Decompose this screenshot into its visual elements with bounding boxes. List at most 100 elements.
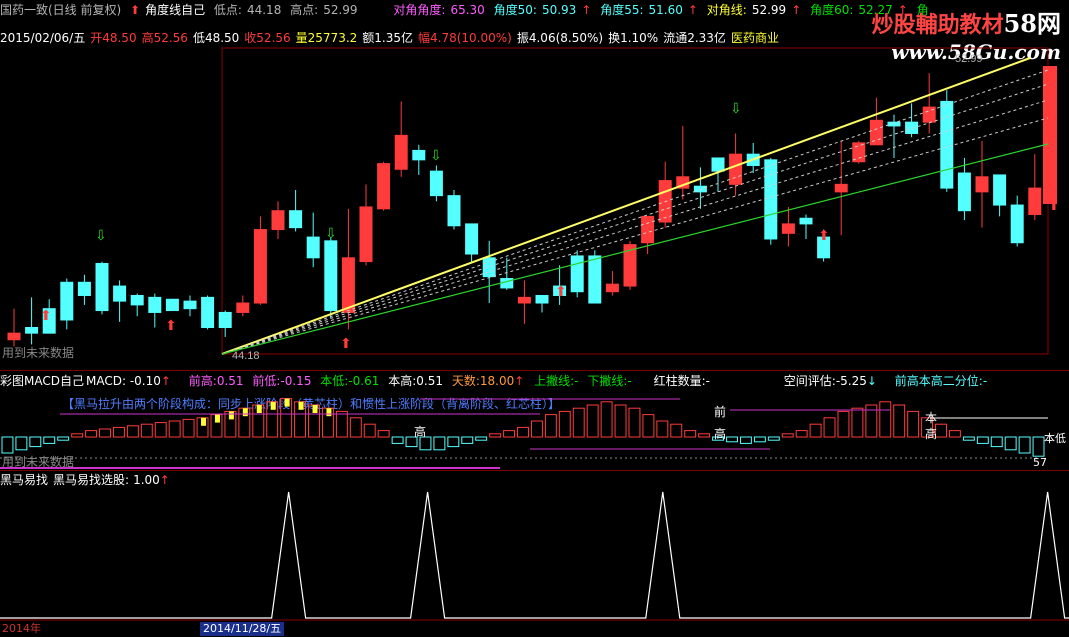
candle[interactable] (1010, 204, 1024, 244)
macd-yellow-core (201, 417, 207, 426)
candle[interactable] (1028, 187, 1042, 215)
macd-bar (1032, 436, 1045, 457)
candle[interactable] (394, 134, 408, 170)
candle[interactable] (465, 223, 479, 255)
macd-bar (670, 423, 683, 438)
panel-divider-2 (0, 470, 1069, 471)
candle[interactable] (377, 163, 391, 210)
candle[interactable] (236, 302, 250, 313)
candle[interactable] (113, 285, 127, 302)
half-quantile-label: 前高本高二分位: (894, 374, 983, 388)
macd-bar (433, 436, 446, 451)
cur-high-label: 本高: (388, 374, 417, 388)
macd-bar (419, 436, 432, 451)
candle[interactable] (165, 298, 179, 312)
angle-line-4 (221, 117, 1049, 355)
sell-arrow-icon: ⇩ (325, 226, 337, 242)
candle[interactable] (641, 215, 655, 244)
candle[interactable] (834, 183, 848, 193)
candle-last[interactable] (1043, 66, 1057, 204)
candle[interactable] (95, 262, 109, 312)
macd-value: MACD: -0.10 (85, 374, 161, 388)
label-gao-2: 高 (714, 426, 726, 441)
future-data-note: 用到未来数据 (2, 345, 74, 360)
sell-arrow-icon: ⇩ (430, 148, 442, 164)
macd-bar (447, 436, 460, 448)
candle[interactable] (729, 153, 743, 185)
red-bar-count-value: - (705, 374, 710, 388)
macd-bar (586, 404, 599, 438)
candle[interactable] (993, 174, 1007, 206)
candle[interactable] (359, 206, 373, 263)
candle[interactable] (412, 149, 426, 161)
macd-title[interactable]: 彩图MACD自己 (0, 374, 84, 388)
candle[interactable] (570, 255, 584, 293)
candle[interactable] (957, 172, 971, 212)
pre-high-label: 前高: (188, 374, 217, 388)
candle[interactable] (289, 210, 303, 229)
down-arrow-icon: ↓ (866, 374, 877, 388)
macd-bar (224, 410, 237, 438)
candle[interactable] (711, 157, 725, 172)
up-arrow-icon: ↑ (160, 374, 171, 388)
macd-header: 彩图MACD自己 MACD: -0.10↑ 前高:0.51 前低:-0.15 本低… (0, 373, 992, 389)
macd-bar (29, 436, 42, 448)
candle[interactable] (60, 281, 74, 321)
candle[interactable] (482, 257, 496, 278)
macd-bar (698, 433, 711, 438)
macd-bar (377, 430, 390, 438)
candle[interactable] (799, 217, 813, 225)
macd-bar (405, 436, 418, 448)
lower-line-label: 下撇线: (587, 374, 628, 388)
candle[interactable] (201, 296, 215, 329)
year-label: 2014年 (2, 622, 41, 635)
candle[interactable] (253, 229, 267, 304)
macd-bar (85, 430, 98, 438)
candle[interactable] (77, 281, 91, 296)
candle[interactable] (429, 170, 443, 197)
low-mark: 44.18 (232, 350, 260, 362)
candle[interactable] (324, 240, 338, 312)
upper-line-label: 上撇线: (534, 374, 575, 388)
candle[interactable] (588, 255, 602, 304)
candle[interactable] (148, 296, 162, 313)
macd-bar (753, 436, 766, 443)
macd-bar (990, 436, 1003, 448)
candle[interactable] (975, 176, 989, 193)
candle[interactable] (306, 236, 320, 259)
angle-lines (221, 57, 1049, 355)
candle[interactable] (341, 257, 355, 313)
macd-bar (656, 420, 669, 438)
panel-divider (0, 370, 1069, 371)
candle[interactable] (25, 327, 39, 334)
red-bar-count-label: 红柱数量: (653, 374, 706, 388)
candle[interactable] (517, 296, 531, 304)
candle[interactable] (905, 121, 919, 134)
candle[interactable] (218, 311, 232, 329)
macd-bar (600, 401, 613, 438)
candle[interactable] (271, 210, 285, 231)
cursor-date-box: 2014/11/28/五 (200, 622, 285, 636)
cur-low-label: 本低: (320, 374, 349, 388)
candle[interactable] (940, 100, 954, 189)
macd-bar (168, 420, 181, 438)
pre-low-value: -0.15 (280, 374, 312, 388)
candle[interactable] (605, 283, 619, 293)
candle[interactable] (183, 300, 197, 310)
bottom-formula: 黑马易找选股: (53, 473, 130, 487)
candle[interactable] (781, 223, 795, 234)
candle[interactable] (447, 195, 461, 227)
days-label: 天数: (451, 374, 480, 388)
macd-bar (976, 436, 989, 444)
candle[interactable] (7, 332, 21, 341)
label-gao-3: 高 (925, 426, 937, 441)
candle[interactable] (764, 159, 778, 240)
candle[interactable] (130, 294, 144, 306)
label-57: 57 (1033, 456, 1047, 469)
candlestick-chart[interactable]: ⬆ ⇩ ⬆ ⇩ ⬆ ⇩ ⬆ ⇩ ⬆ ⬆ 44.18 52.99 用到未来数据 (0, 0, 1069, 370)
candle[interactable] (535, 294, 549, 304)
buy-arrow-icon: ⬆ (1048, 198, 1060, 214)
candle[interactable] (852, 142, 866, 163)
macd-bar (210, 414, 223, 438)
bottom-title[interactable]: 黑马易找 (0, 473, 48, 487)
